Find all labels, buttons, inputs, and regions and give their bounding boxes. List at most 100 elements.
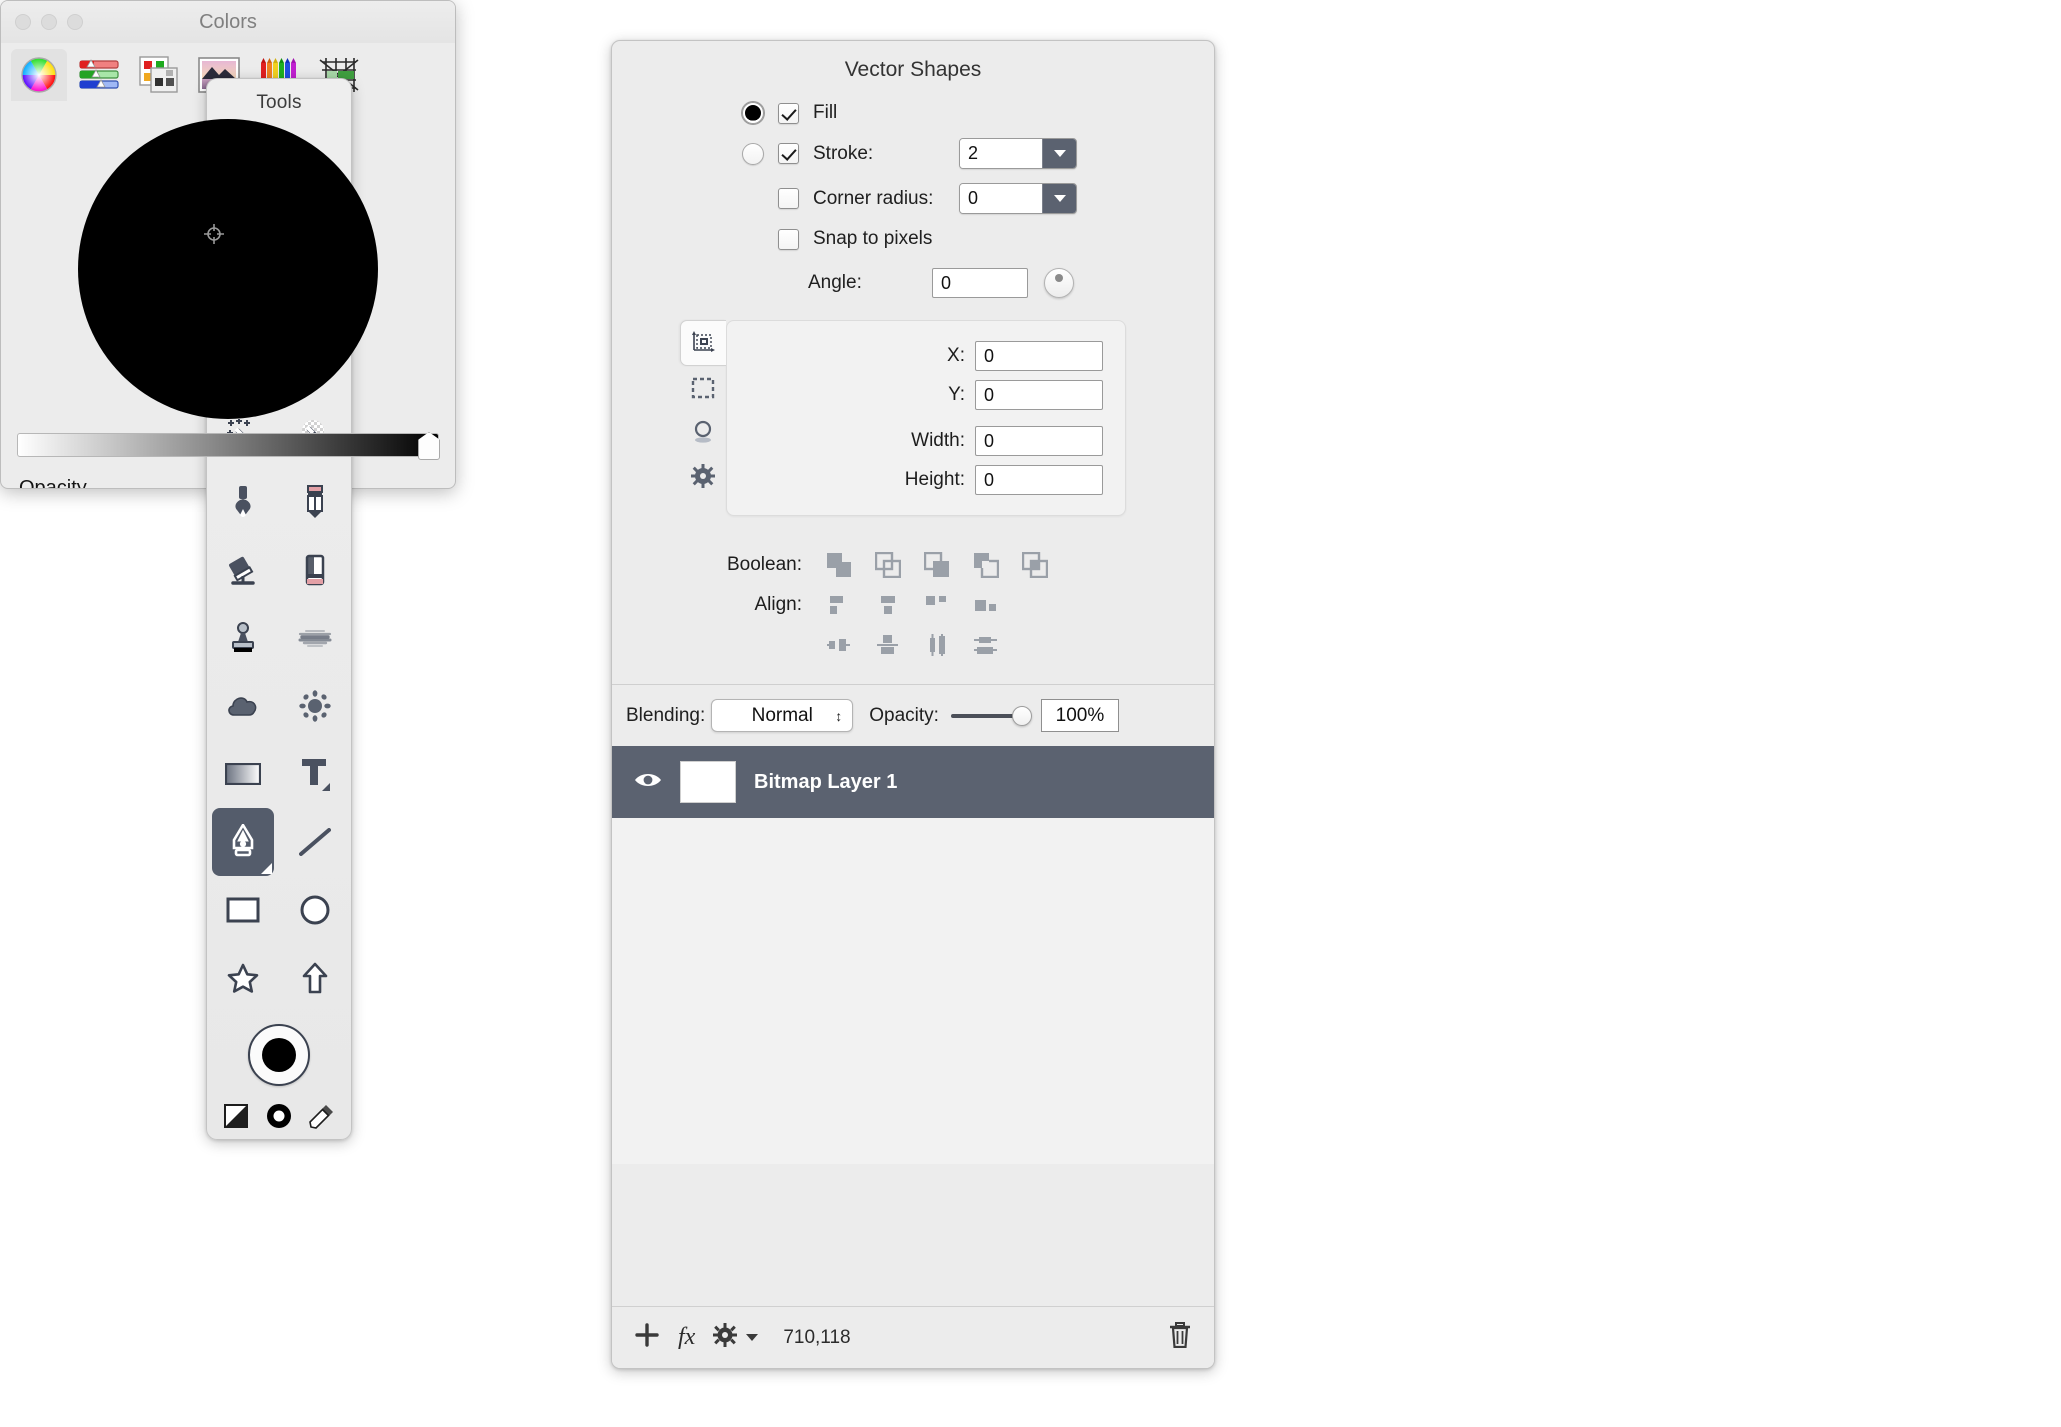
- fill-row: Fill: [612, 102, 1214, 124]
- tool-ellipse[interactable]: [284, 876, 346, 944]
- tool-pencil[interactable]: [284, 468, 346, 536]
- opacity-value-field[interactable]: 100%: [1040, 699, 1119, 732]
- color-wheel[interactable]: [78, 119, 378, 419]
- color-palettes-tab[interactable]: [131, 49, 187, 101]
- foreground-color-indicator[interactable]: [207, 1024, 351, 1086]
- tool-smudge[interactable]: [284, 604, 346, 672]
- angle-field[interactable]: 0: [932, 268, 1028, 298]
- color-sliders-tab[interactable]: [71, 49, 127, 101]
- snap-to-pixels-checkbox[interactable]: [778, 228, 799, 250]
- swap-colors-button[interactable]: [223, 1103, 249, 1134]
- corner-radius-checkbox[interactable]: [778, 188, 799, 209]
- tool-arrow-shape[interactable]: [284, 944, 346, 1012]
- shadow-tab[interactable]: [680, 410, 726, 454]
- stroke-radio[interactable]: [742, 142, 764, 165]
- fill-radio[interactable]: [742, 102, 764, 124]
- cursor-coordinates: 710,118: [783, 1326, 851, 1348]
- layer-visibility-eye-icon[interactable]: [634, 771, 662, 794]
- corner-radius-value[interactable]: 0: [960, 184, 1042, 213]
- align-middle-icon[interactable]: [873, 630, 903, 660]
- tool-paintbrush[interactable]: [212, 468, 274, 536]
- brightness-slider[interactable]: [17, 432, 440, 460]
- screen: Tools Vector Shapes Fill Stroke: 2 Corne…: [0, 0, 2061, 1427]
- tool-text[interactable]: [284, 740, 346, 808]
- tool-star[interactable]: [212, 944, 274, 1012]
- boolean-union-icon[interactable]: [824, 550, 854, 580]
- y-field[interactable]: 0: [975, 380, 1103, 410]
- boolean-subtract-icon[interactable]: [873, 550, 903, 580]
- boolean-intersect-icon[interactable]: [922, 550, 952, 580]
- width-field[interactable]: 0: [975, 426, 1103, 456]
- color-wheel-area: [1, 101, 455, 419]
- layer-settings-dropdown-arrow[interactable]: [745, 1329, 759, 1347]
- boolean-divide-icon[interactable]: [1020, 550, 1050, 580]
- blending-mode-select[interactable]: Normal ↕: [711, 699, 854, 732]
- layer-list[interactable]: [612, 818, 1214, 1164]
- align-row-1: Align:: [612, 590, 1214, 620]
- tool-pen[interactable]: [212, 808, 274, 876]
- layer-thumbnail[interactable]: [680, 761, 736, 803]
- height-label: Height:: [904, 469, 965, 490]
- stroke-width-stepper[interactable]: 2: [959, 138, 1077, 169]
- boolean-exclude-icon[interactable]: [971, 550, 1001, 580]
- add-layer-button[interactable]: [634, 1322, 660, 1353]
- tool-line[interactable]: [284, 808, 346, 876]
- geometry-tab[interactable]: [680, 320, 726, 366]
- layer-status-bar: fx 710,118: [612, 1306, 1214, 1368]
- shapes-controls: Fill Stroke: 2 Corner radius: 0 Snap to …: [612, 86, 1214, 660]
- align-label: Align:: [754, 594, 802, 615]
- blending-label: Blending:: [626, 704, 706, 726]
- effects-fx-button[interactable]: fx: [678, 1324, 695, 1351]
- distribute-vertical-icon[interactable]: [922, 630, 952, 660]
- align-row-2: [612, 630, 1214, 660]
- opacity-slider-knob[interactable]: [1011, 705, 1032, 726]
- reset-colors-button[interactable]: [265, 1102, 293, 1135]
- opacity-slider[interactable]: [950, 705, 1032, 726]
- align-right-icon[interactable]: [971, 590, 1001, 620]
- color-wheel-tab[interactable]: [11, 49, 67, 101]
- tool-rectangle[interactable]: [212, 876, 274, 944]
- tool-burn[interactable]: [284, 672, 346, 740]
- brightness-slider-knob[interactable]: [418, 432, 440, 460]
- align-top-icon[interactable]: [922, 590, 952, 620]
- layer-row[interactable]: Bitmap Layer 1: [612, 746, 1214, 818]
- distribute-horizontal-icon[interactable]: [824, 630, 854, 660]
- colors-window-title: Colors: [199, 10, 257, 33]
- corner-radius-stepper[interactable]: 0: [959, 183, 1077, 214]
- align-bottom-icon[interactable]: [971, 630, 1001, 660]
- height-row: Height: 0: [727, 465, 1103, 495]
- tool-eraser[interactable]: [284, 536, 346, 604]
- stroke-label: Stroke:: [813, 142, 874, 164]
- align-center-horizontal-icon[interactable]: [873, 590, 903, 620]
- fill-label: Fill: [813, 102, 838, 123]
- x-field[interactable]: 0: [975, 341, 1103, 371]
- tool-gradient[interactable]: [212, 740, 274, 808]
- angle-label: Angle:: [808, 272, 862, 293]
- stroke-width-value[interactable]: 2: [960, 139, 1042, 168]
- align-left-icon[interactable]: [824, 590, 854, 620]
- color-picker-eyedropper-button[interactable]: [309, 1103, 335, 1134]
- corner-radius-dropdown-arrow[interactable]: [1042, 184, 1076, 213]
- tool-paint-bucket[interactable]: [212, 536, 274, 604]
- stroke-width-dropdown-arrow[interactable]: [1042, 139, 1076, 168]
- angle-dial[interactable]: [1044, 268, 1074, 298]
- color-wheel-crosshair-icon: [204, 224, 224, 244]
- stroke-checkbox[interactable]: [778, 143, 799, 164]
- angle-row: Angle: 0: [612, 268, 1214, 298]
- layer-name: Bitmap Layer 1: [754, 770, 898, 793]
- snap-to-pixels-label: Snap to pixels: [813, 228, 933, 249]
- colors-window: Colors Opacity: [0, 0, 456, 489]
- tool-dodge[interactable]: [212, 672, 274, 740]
- selection-tab[interactable]: [680, 366, 726, 410]
- panel-title: Vector Shapes: [844, 58, 982, 81]
- opacity-label: Opacity:: [869, 704, 939, 726]
- settings-tab[interactable]: [680, 454, 726, 498]
- tool-clone-stamp[interactable]: [212, 604, 274, 672]
- y-row: Y: 0: [727, 380, 1103, 410]
- colors-titlebar[interactable]: Colors: [1, 1, 455, 43]
- layer-settings-gear-icon[interactable]: [713, 1323, 738, 1352]
- height-field[interactable]: 0: [975, 465, 1103, 495]
- fill-checkbox[interactable]: [778, 102, 799, 124]
- geometry-group: X: 0 Y: 0 Width: 0 Height: 0: [680, 320, 1126, 516]
- delete-layer-trash-icon[interactable]: [1168, 1322, 1192, 1353]
